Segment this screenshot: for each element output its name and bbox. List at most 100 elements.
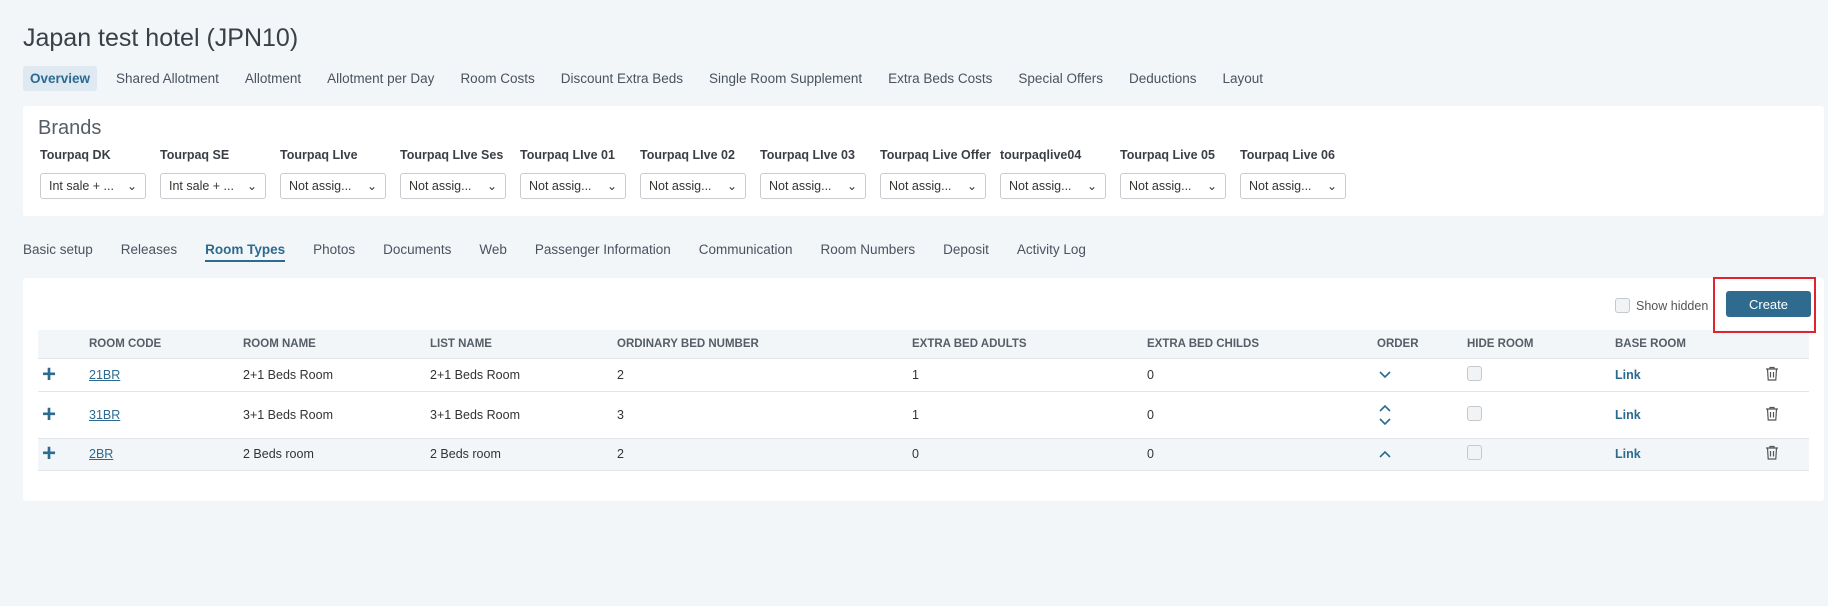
base-room-link[interactable]: Link — [1615, 408, 1641, 422]
brand-label: Tourpaq Live 05 — [1120, 148, 1215, 162]
brand-select-value: Not assig... — [769, 179, 832, 193]
brand-item: Tourpaq LIve Ses Not assig... ⌄ — [400, 148, 508, 199]
list-name-cell: 2 Beds room — [430, 438, 617, 471]
hide-room-checkbox[interactable] — [1467, 445, 1482, 460]
show-hidden-toggle[interactable]: Show hidden — [1615, 298, 1708, 313]
tab-overview[interactable]: Overview — [23, 65, 98, 91]
subtab-web[interactable]: Web — [479, 242, 507, 260]
subtab-room-numbers[interactable]: Room Numbers — [821, 242, 916, 260]
subtab-passenger-information[interactable]: Passenger Information — [535, 242, 671, 260]
brand-label: Tourpaq LIve — [280, 148, 358, 162]
tab-single-room-supplement[interactable]: Single Room Supplement — [702, 66, 869, 91]
brand-item: Tourpaq LIve 01 Not assig... ⌄ — [520, 148, 628, 199]
brand-item: Tourpaq SE Int sale + ... ⌄ — [160, 148, 268, 199]
column-header-room-name[interactable]: ROOM NAME — [243, 330, 430, 359]
column-header-hide-room[interactable]: HIDE ROOM — [1467, 330, 1615, 359]
tab-allotment[interactable]: Allotment — [238, 66, 308, 91]
brands-panel: Brands Tourpaq DK Int sale + ... ⌄ Tourpa… — [23, 106, 1824, 216]
brand-item: Tourpaq Live 05 Not assig... ⌄ — [1120, 148, 1228, 199]
brand-select[interactable]: Int sale + ... ⌄ — [40, 173, 146, 199]
plus-icon[interactable]: + — [38, 361, 56, 388]
brand-select[interactable]: Not assig... ⌄ — [400, 173, 506, 199]
column-header-room-code[interactable]: ROOM CODE — [89, 330, 243, 359]
brand-item: Tourpaq LIve Not assig... ⌄ — [280, 148, 388, 199]
chevron-up-icon[interactable] — [1378, 447, 1392, 461]
tab-discount-extra-beds[interactable]: Discount Extra Beds — [554, 66, 690, 91]
trash-icon[interactable] — [1765, 406, 1779, 421]
tab-special-offers[interactable]: Special Offers — [1011, 66, 1110, 91]
brand-select[interactable]: Not assig... ⌄ — [640, 173, 746, 199]
brand-select[interactable]: Not assig... ⌄ — [760, 173, 866, 199]
tab-allotment-per-day[interactable]: Allotment per Day — [320, 66, 441, 91]
room-types-table: ROOM CODE ROOM NAME LIST NAME ORDINARY B… — [38, 330, 1809, 471]
tab-layout[interactable]: Layout — [1216, 66, 1271, 91]
subtab-communication[interactable]: Communication — [699, 242, 793, 260]
hide-room-checkbox[interactable] — [1467, 365, 1482, 381]
brand-select[interactable]: Not assig... ⌄ — [1240, 173, 1346, 199]
tab-shared-allotment[interactable]: Shared Allotment — [109, 66, 226, 91]
chevron-down-icon[interactable] — [1378, 415, 1392, 429]
brand-select-value: Not assig... — [649, 179, 712, 193]
column-header-list-name[interactable]: LIST NAME — [430, 330, 617, 359]
brand-select[interactable]: Int sale + ... ⌄ — [160, 173, 266, 199]
brand-item: Tourpaq LIve 02 Not assig... ⌄ — [640, 148, 748, 199]
plus-icon[interactable]: + — [38, 401, 56, 428]
brand-item: Tourpaq DK Int sale + ... ⌄ — [40, 148, 148, 199]
brand-label: Tourpaq LIve 03 — [760, 148, 855, 162]
plus-icon[interactable]: + — [38, 440, 56, 467]
brand-select[interactable]: Not assig... ⌄ — [520, 173, 626, 199]
brand-select[interactable]: Not assig... ⌄ — [1000, 173, 1106, 199]
chevron-down-icon: ⌄ — [1326, 179, 1337, 193]
brand-select-value: Not assig... — [889, 179, 952, 193]
list-name-cell: 2+1 Beds Room — [430, 358, 617, 392]
room-code-link[interactable]: 2BR — [89, 447, 113, 461]
tab-deductions[interactable]: Deductions — [1122, 66, 1204, 91]
brands-title: Brands — [38, 117, 102, 139]
brand-label: Tourpaq SE — [160, 148, 230, 162]
chevron-down-icon: ⌄ — [1086, 179, 1097, 193]
room-code-link[interactable]: 21BR — [89, 368, 120, 382]
hide-room-checkbox[interactable] — [1467, 405, 1482, 421]
extra-adults-cell: 1 — [912, 391, 1147, 439]
column-header-base-room[interactable]: BASE ROOM — [1615, 330, 1765, 359]
brand-select-value: Int sale + ... — [169, 179, 234, 193]
column-header-extra-bed-childs[interactable]: EXTRA BED CHILDS — [1147, 330, 1377, 359]
subtab-basic-setup[interactable]: Basic setup — [23, 242, 93, 260]
top-tabs: Overview Shared Allotment Allotment Allo… — [23, 64, 1282, 92]
chevron-up-icon[interactable] — [1378, 401, 1392, 415]
chevron-down-icon[interactable] — [1378, 368, 1392, 382]
brand-select[interactable]: Not assig... ⌄ — [280, 173, 386, 199]
brand-select[interactable]: Not assig... ⌄ — [1120, 173, 1226, 199]
brand-select[interactable]: Not assig... ⌄ — [880, 173, 986, 199]
tab-extra-beds-costs[interactable]: Extra Beds Costs — [881, 66, 999, 91]
room-code-link[interactable]: 31BR — [89, 408, 120, 422]
trash-icon[interactable] — [1765, 366, 1779, 381]
room-name-cell: 3+1 Beds Room — [243, 391, 430, 439]
brand-select-value: Not assig... — [1129, 179, 1192, 193]
room-types-panel: Show hidden Create ROOM CODE ROOM NAME L… — [23, 278, 1824, 501]
ordinary-beds-cell: 2 — [617, 438, 912, 471]
subtab-releases[interactable]: Releases — [121, 242, 177, 260]
chevron-down-icon: ⌄ — [726, 179, 737, 193]
base-room-link[interactable]: Link — [1615, 368, 1641, 382]
subtab-room-types[interactable]: Room Types — [205, 242, 286, 262]
subtab-deposit[interactable]: Deposit — [943, 242, 989, 260]
tab-room-costs[interactable]: Room Costs — [453, 66, 541, 91]
subtab-photos[interactable]: Photos — [313, 242, 355, 260]
brand-label: Tourpaq LIve 01 — [520, 148, 615, 162]
table-row: + 31BR 3+1 Beds Room 3+1 Beds Room 3 1 0… — [38, 391, 1809, 439]
room-name-cell: 2+1 Beds Room — [243, 358, 430, 392]
column-header-order[interactable]: ORDER — [1377, 330, 1467, 359]
page-title: Japan test hotel (JPN10) — [23, 24, 299, 52]
subtab-documents[interactable]: Documents — [383, 242, 451, 260]
trash-icon[interactable] — [1765, 445, 1779, 460]
show-hidden-checkbox[interactable] — [1615, 298, 1630, 313]
brand-select-value: Not assig... — [1009, 179, 1072, 193]
base-room-link[interactable]: Link — [1615, 447, 1641, 461]
subtab-activity-log[interactable]: Activity Log — [1017, 242, 1086, 260]
brand-select-value: Not assig... — [529, 179, 592, 193]
column-header-ordinary-bed-number[interactable]: ORDINARY BED NUMBER — [617, 330, 912, 359]
column-header-extra-bed-adults[interactable]: EXTRA BED ADULTS — [912, 330, 1147, 359]
table-header-row: ROOM CODE ROOM NAME LIST NAME ORDINARY B… — [38, 330, 1809, 359]
extra-childs-cell: 0 — [1147, 358, 1377, 392]
